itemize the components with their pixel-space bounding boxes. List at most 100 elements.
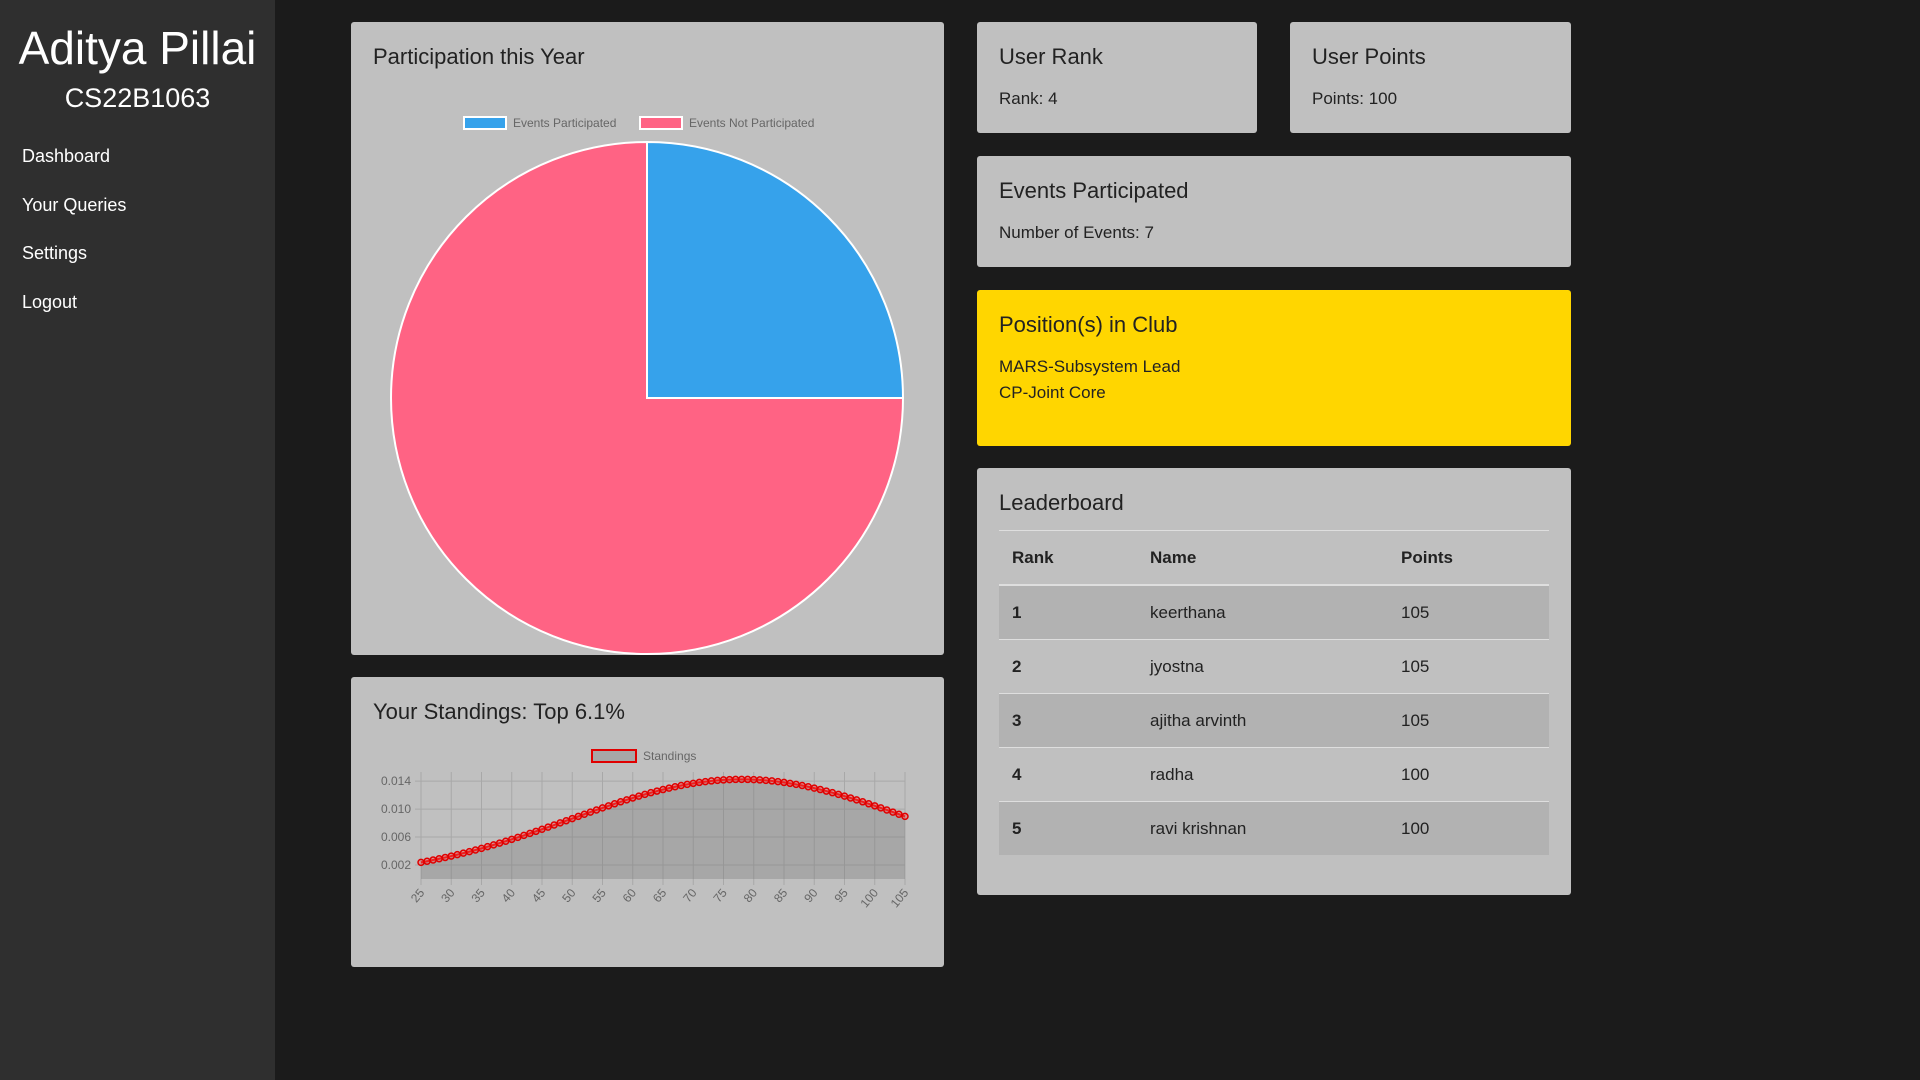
standings-point[interactable] bbox=[647, 788, 655, 797]
sidebar-item-your-queries[interactable]: Your Queries bbox=[0, 181, 275, 230]
standings-point[interactable] bbox=[665, 784, 673, 792]
standings-point[interactable] bbox=[586, 808, 595, 816]
standings-point[interactable] bbox=[731, 775, 740, 784]
sidebar-item-dashboard[interactable]: Dashboard bbox=[0, 132, 275, 181]
standings-point[interactable] bbox=[695, 778, 704, 787]
x-tick-label: 90 bbox=[801, 886, 821, 905]
standings-point[interactable] bbox=[750, 775, 758, 784]
pie-legend-label[interactable]: Events Not Participated bbox=[689, 116, 814, 130]
standings-point[interactable] bbox=[713, 776, 722, 785]
club-positions-list: MARS-Subsystem Lead CP-Joint Core bbox=[999, 354, 1549, 406]
standings-point[interactable] bbox=[471, 846, 480, 854]
standings-point[interactable] bbox=[786, 779, 794, 788]
line-legend-label[interactable]: Standings bbox=[643, 749, 696, 763]
standings-point[interactable] bbox=[641, 790, 649, 799]
standings-point[interactable] bbox=[840, 792, 849, 800]
standings-point[interactable] bbox=[495, 839, 504, 847]
standings-point[interactable] bbox=[737, 775, 746, 784]
pie-legend-swatch[interactable] bbox=[463, 116, 507, 130]
sidebar-item-settings[interactable]: Settings bbox=[0, 229, 275, 278]
standings-point[interactable] bbox=[429, 856, 437, 864]
standings-point[interactable] bbox=[883, 806, 891, 814]
pie-legend-swatch[interactable] bbox=[639, 116, 683, 130]
standings-point[interactable] bbox=[719, 776, 728, 784]
x-tick-label: 70 bbox=[680, 886, 700, 905]
standings-point[interactable] bbox=[562, 816, 570, 825]
standings-point[interactable] bbox=[804, 783, 812, 791]
standings-point[interactable] bbox=[659, 785, 667, 794]
standings-point[interactable] bbox=[526, 829, 534, 838]
standings-point[interactable] bbox=[889, 808, 897, 816]
standings-point[interactable] bbox=[635, 792, 643, 800]
standings-point[interactable] bbox=[701, 777, 710, 786]
standings-point[interactable] bbox=[864, 800, 873, 808]
standings-point[interactable] bbox=[592, 806, 601, 814]
standings-point[interactable] bbox=[556, 819, 564, 827]
standings-point[interactable] bbox=[895, 810, 903, 819]
standings-point[interactable] bbox=[514, 833, 522, 842]
standings-point[interactable] bbox=[768, 777, 776, 785]
standings-point[interactable] bbox=[544, 823, 552, 831]
sidebar-item-logout[interactable]: Logout bbox=[0, 278, 275, 327]
standings-point[interactable] bbox=[604, 802, 613, 810]
standings-point[interactable] bbox=[689, 779, 697, 788]
standings-point[interactable] bbox=[822, 787, 831, 795]
column-header-name: Name bbox=[1137, 530, 1388, 586]
standings-point[interactable] bbox=[598, 804, 607, 812]
standings-point[interactable] bbox=[520, 831, 528, 840]
standings-point[interactable] bbox=[423, 857, 431, 865]
standings-point[interactable] bbox=[671, 783, 679, 791]
pie-legend-label[interactable]: Events Participated bbox=[513, 116, 616, 130]
standings-point[interactable] bbox=[852, 796, 861, 804]
standings-point[interactable] bbox=[453, 850, 462, 859]
standings-point[interactable] bbox=[743, 775, 752, 784]
standings-point[interactable] bbox=[574, 812, 583, 821]
standings-point[interactable] bbox=[568, 814, 576, 823]
standings-point[interactable] bbox=[877, 804, 885, 812]
standings-point[interactable] bbox=[441, 853, 449, 862]
standings-point[interactable] bbox=[780, 778, 788, 787]
standings-point[interactable] bbox=[550, 821, 558, 829]
standings-point[interactable] bbox=[538, 825, 546, 833]
standings-point[interactable] bbox=[459, 849, 468, 857]
standings-point[interactable] bbox=[858, 798, 867, 806]
events-participated-count: Number of Events: 7 bbox=[999, 223, 1154, 242]
standings-point[interactable] bbox=[816, 785, 825, 794]
standings-point[interactable] bbox=[483, 842, 492, 851]
standings-point[interactable] bbox=[707, 777, 716, 785]
standings-point[interactable] bbox=[901, 812, 909, 821]
standings-point[interactable] bbox=[762, 776, 770, 785]
standings-point[interactable] bbox=[508, 835, 516, 844]
standings-point[interactable] bbox=[725, 775, 734, 784]
line-legend-swatch[interactable] bbox=[591, 749, 637, 763]
standings-point[interactable] bbox=[622, 796, 631, 804]
standings-point[interactable] bbox=[756, 776, 764, 784]
standings-point[interactable] bbox=[447, 852, 455, 860]
standings-point[interactable] bbox=[798, 781, 806, 790]
standings-point[interactable] bbox=[489, 841, 498, 849]
standings-point[interactable] bbox=[810, 784, 818, 792]
standings-point[interactable] bbox=[774, 777, 782, 786]
standings-point[interactable] bbox=[477, 844, 486, 853]
standings-point[interactable] bbox=[792, 780, 800, 789]
standings-point[interactable] bbox=[677, 781, 685, 790]
standings-point[interactable] bbox=[629, 794, 637, 802]
standings-point[interactable] bbox=[616, 798, 625, 806]
standings-point[interactable] bbox=[846, 794, 855, 802]
standings-point[interactable] bbox=[532, 827, 540, 836]
standings-point[interactable] bbox=[501, 837, 510, 845]
standings-point[interactable] bbox=[435, 855, 443, 863]
name-cell: ravi krishnan bbox=[1137, 801, 1388, 855]
standings-point[interactable] bbox=[828, 788, 837, 797]
club-positions-title: Position(s) in Club bbox=[999, 312, 1178, 337]
standings-point[interactable] bbox=[610, 800, 619, 808]
standings-point[interactable] bbox=[834, 790, 843, 799]
standings-point[interactable] bbox=[580, 810, 589, 819]
standings-point[interactable] bbox=[465, 847, 474, 856]
standings-point[interactable] bbox=[417, 858, 425, 867]
x-tick-label: 50 bbox=[559, 886, 579, 905]
pie-slice[interactable] bbox=[646, 140, 905, 399]
standings-point[interactable] bbox=[871, 802, 879, 810]
standings-point[interactable] bbox=[683, 780, 691, 789]
standings-point[interactable] bbox=[653, 787, 661, 795]
